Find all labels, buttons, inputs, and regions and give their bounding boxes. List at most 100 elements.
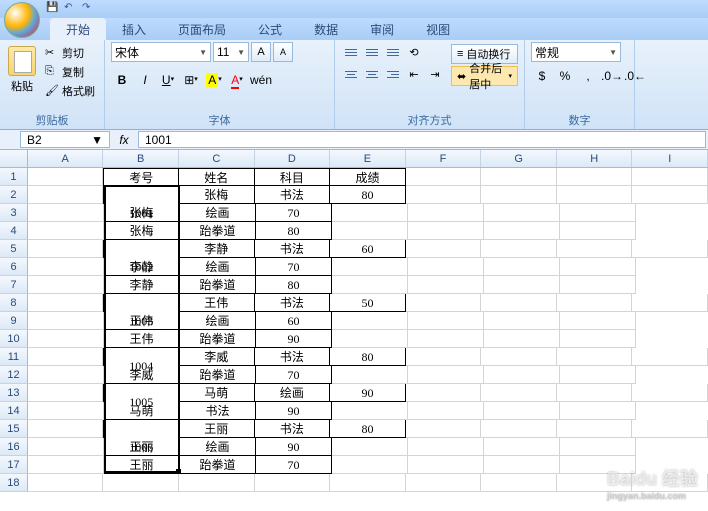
cell-G3[interactable] <box>408 204 484 222</box>
row-header-7[interactable]: 7 <box>0 276 28 294</box>
cell-G14[interactable] <box>408 402 484 420</box>
cell-G17[interactable] <box>408 456 484 474</box>
cell-A16[interactable] <box>28 438 104 456</box>
save-icon[interactable]: 💾 <box>46 2 60 16</box>
cell-F11[interactable] <box>406 348 482 366</box>
tab-开始[interactable]: 开始 <box>50 18 106 40</box>
align-right-button[interactable] <box>383 64 403 84</box>
cell-A1[interactable] <box>28 168 104 186</box>
increase-decimal-button[interactable]: .0→ <box>600 65 622 87</box>
cell-H3[interactable] <box>484 204 560 222</box>
cell-H14[interactable] <box>484 402 560 420</box>
copy-button[interactable]: ⎘复制 <box>42 63 98 81</box>
cell-F9[interactable] <box>332 312 408 330</box>
cell-C17[interactable]: 王丽 <box>104 456 180 474</box>
row-header-17[interactable]: 17 <box>0 456 28 474</box>
cell-G13[interactable] <box>481 384 557 402</box>
fx-button[interactable]: fx <box>114 133 134 147</box>
cell-D10[interactable]: 跆拳道 <box>180 330 256 348</box>
cell-E7[interactable]: 80 <box>256 276 332 294</box>
name-box[interactable]: B2▼ <box>20 131 110 148</box>
row-header-5[interactable]: 5 <box>0 240 28 258</box>
row-header-15[interactable]: 15 <box>0 420 28 438</box>
cell-A7[interactable] <box>28 276 104 294</box>
row-header-16[interactable]: 16 <box>0 438 28 456</box>
tab-视图[interactable]: 视图 <box>410 18 466 40</box>
cell-H2[interactable] <box>557 186 633 204</box>
cell-I5[interactable] <box>632 240 708 258</box>
cell-A15[interactable] <box>28 420 104 438</box>
cell-E4[interactable]: 80 <box>256 222 332 240</box>
cell-E11[interactable]: 80 <box>330 348 406 366</box>
cell-H8[interactable] <box>557 294 633 312</box>
cell-D2[interactable]: 书法 <box>255 186 331 204</box>
cell-C8[interactable]: 王伟 <box>179 294 255 312</box>
cell-D13[interactable]: 绘画 <box>255 384 331 402</box>
cell-F10[interactable] <box>332 330 408 348</box>
cell-F15[interactable] <box>406 420 482 438</box>
cell-F1[interactable] <box>406 168 482 186</box>
cell-H6[interactable] <box>484 258 560 276</box>
format-painter-button[interactable]: 🖌格式刷 <box>42 82 98 100</box>
row-header-14[interactable]: 14 <box>0 402 28 420</box>
cell-E16[interactable]: 90 <box>256 438 332 456</box>
cell-D6[interactable]: 绘画 <box>180 258 256 276</box>
align-top-button[interactable] <box>341 42 361 62</box>
cell-G11[interactable] <box>481 348 557 366</box>
cell-D4[interactable]: 跆拳道 <box>180 222 256 240</box>
row-header-9[interactable]: 9 <box>0 312 28 330</box>
cell-E17[interactable]: 70 <box>256 456 332 474</box>
cell-E14[interactable]: 90 <box>256 402 332 420</box>
cell-D1[interactable]: 科目 <box>255 168 331 186</box>
align-center-button[interactable] <box>362 64 382 84</box>
cell-E5[interactable]: 60 <box>330 240 406 258</box>
cell-C16[interactable]: 王丽 <box>104 438 180 456</box>
cell-E12[interactable]: 70 <box>256 366 332 384</box>
tab-公式[interactable]: 公式 <box>242 18 298 40</box>
increase-indent-button[interactable]: ⇥ <box>425 64 445 84</box>
office-button[interactable] <box>4 2 40 38</box>
align-middle-button[interactable] <box>362 42 382 62</box>
cell-E13[interactable]: 90 <box>330 384 406 402</box>
cell-G2[interactable] <box>481 186 557 204</box>
increase-font-button[interactable]: A <box>251 42 271 62</box>
cell-C15[interactable]: 王丽 <box>179 420 255 438</box>
cell-D16[interactable]: 绘画 <box>180 438 256 456</box>
cell-H9[interactable] <box>484 312 560 330</box>
cell-I10[interactable] <box>560 330 636 348</box>
column-header-F[interactable]: F <box>406 150 482 167</box>
cell-G5[interactable] <box>481 240 557 258</box>
cell-C14[interactable]: 马萌 <box>104 402 180 420</box>
cell-D14[interactable]: 书法 <box>180 402 256 420</box>
cell-A12[interactable] <box>28 366 104 384</box>
column-header-C[interactable]: C <box>179 150 255 167</box>
cell-C10[interactable]: 王伟 <box>104 330 180 348</box>
column-header-D[interactable]: D <box>255 150 331 167</box>
cell-H18[interactable] <box>557 474 633 492</box>
cell-G9[interactable] <box>408 312 484 330</box>
cell-G16[interactable] <box>408 438 484 456</box>
cell-F6[interactable] <box>332 258 408 276</box>
cell-G1[interactable] <box>481 168 557 186</box>
column-header-G[interactable]: G <box>481 150 557 167</box>
cell-E8[interactable]: 50 <box>330 294 406 312</box>
cell-C2[interactable]: 张梅 <box>179 186 255 204</box>
cell-A9[interactable] <box>28 312 104 330</box>
cell-D9[interactable]: 绘画 <box>180 312 256 330</box>
cell-F4[interactable] <box>332 222 408 240</box>
cell-F3[interactable] <box>332 204 408 222</box>
cell-D5[interactable]: 书法 <box>255 240 331 258</box>
underline-button[interactable]: U▾ <box>157 69 179 91</box>
cell-I2[interactable] <box>632 186 708 204</box>
cell-F8[interactable] <box>406 294 482 312</box>
paste-label[interactable]: 粘贴 <box>11 78 33 94</box>
cell-H12[interactable] <box>484 366 560 384</box>
border-button[interactable]: ⊞▾ <box>180 69 202 91</box>
column-header-E[interactable]: E <box>330 150 406 167</box>
cell-G18[interactable] <box>481 474 557 492</box>
cell-I1[interactable] <box>632 168 708 186</box>
paste-icon[interactable] <box>8 46 36 76</box>
tab-审阅[interactable]: 审阅 <box>354 18 410 40</box>
percent-button[interactable]: % <box>554 65 576 87</box>
cut-button[interactable]: ✂剪切 <box>42 44 98 62</box>
